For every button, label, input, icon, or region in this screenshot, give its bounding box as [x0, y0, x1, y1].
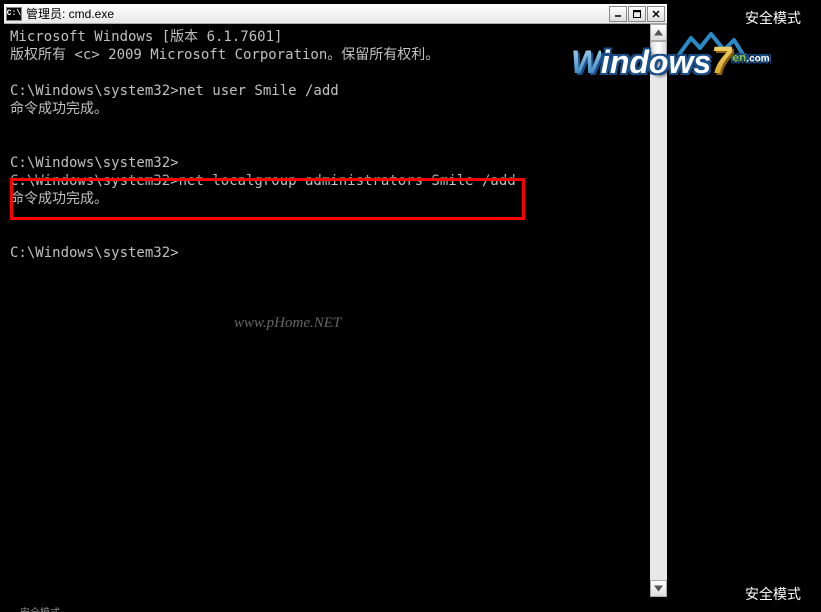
- titlebar[interactable]: C:\ 管理员: cmd.exe: [4, 4, 667, 24]
- terminal-line: C:\Windows\system32>: [10, 155, 179, 171]
- mountain-icon: [676, 30, 746, 58]
- scroll-thumb[interactable]: [650, 41, 667, 71]
- scroll-track[interactable]: [650, 41, 667, 580]
- logo-com: .com: [746, 53, 769, 64]
- terminal-output[interactable]: Microsoft Windows [版本 6.1.7601] 版权所有 <c>…: [4, 24, 667, 597]
- terminal-line: 版权所有 <c> 2009 Microsoft Corporation。保留所有…: [10, 47, 439, 63]
- cmd-icon: C:\: [6, 7, 22, 21]
- watermark-text: www.pHome.NET: [234, 314, 341, 332]
- window-controls: [609, 6, 665, 22]
- scroll-down-button[interactable]: [650, 580, 667, 597]
- terminal-line: Microsoft Windows [版本 6.1.7601]: [10, 29, 282, 45]
- minimize-button[interactable]: [609, 6, 627, 22]
- logo-seven: 7: [711, 40, 732, 82]
- safe-mode-label-bottom: 安全模式: [745, 584, 801, 604]
- maximize-button[interactable]: [628, 6, 646, 22]
- terminal-line: C:\Windows\system32>: [10, 245, 179, 261]
- safe-mode-label-top: 安全模式: [745, 8, 801, 28]
- terminal-line: 命令成功完成。: [10, 191, 108, 207]
- scroll-up-button[interactable]: [650, 24, 667, 41]
- safe-mode-label-bottom-left: 安全模式: [20, 604, 60, 612]
- terminal-line: C:\Windows\system32>net localgroup admin…: [10, 173, 516, 189]
- vertical-scrollbar[interactable]: [650, 24, 667, 597]
- close-button[interactable]: [647, 6, 665, 22]
- cmd-window: C:\ 管理员: cmd.exe Microsoft Windows [版本 6…: [3, 3, 668, 598]
- terminal-line: C:\Windows\system32>net user Smile /add: [10, 83, 339, 99]
- terminal-line: 命令成功完成。: [10, 101, 108, 117]
- window-title: 管理员: cmd.exe: [26, 5, 609, 22]
- logo-en: en: [732, 50, 746, 64]
